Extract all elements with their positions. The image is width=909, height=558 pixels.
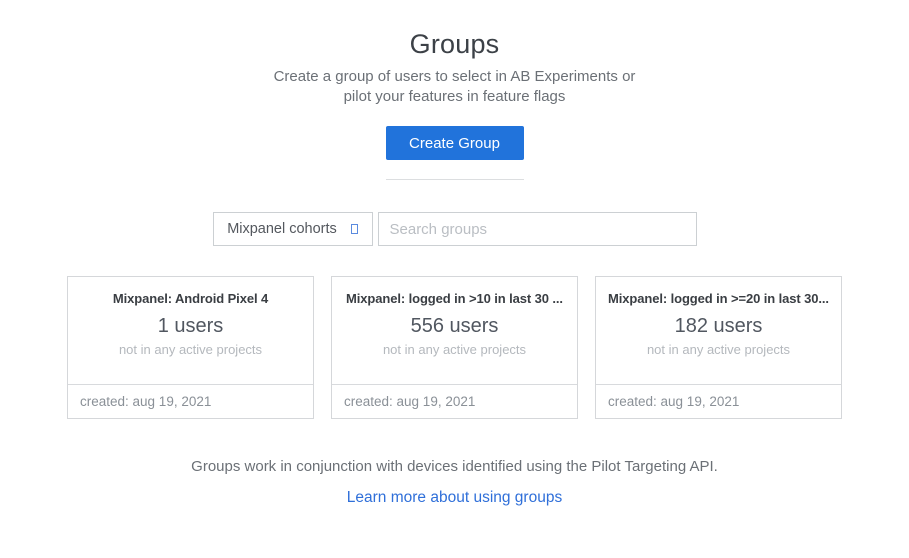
group-card-logged-in-gt10[interactable]: Mixpanel: logged in >10 in last 30 ... 5…: [331, 276, 578, 419]
section-divider: [386, 179, 524, 180]
group-created-date: created: aug 19, 2021: [68, 384, 313, 418]
search-groups-input[interactable]: [378, 212, 697, 246]
footer-link-row: Learn more about using groups: [0, 489, 909, 507]
page-title: Groups: [0, 0, 909, 60]
group-created-date: created: aug 19, 2021: [596, 384, 841, 418]
group-title: Mixpanel: Android Pixel 4: [74, 291, 307, 306]
group-user-count: 1 users: [74, 315, 307, 338]
group-user-count: 556 users: [338, 315, 571, 338]
footer-info-text: Groups work in conjunction with devices …: [0, 458, 909, 475]
group-status: not in any active projects: [602, 342, 835, 357]
cohort-source-value: Mixpanel cohorts: [227, 221, 337, 237]
group-card-body: Mixpanel: logged in >10 in last 30 ... 5…: [332, 277, 577, 384]
group-status: not in any active projects: [74, 342, 307, 357]
filter-controls: Mixpanel cohorts: [0, 212, 909, 246]
group-card-body: Mixpanel: Android Pixel 4 1 users not in…: [68, 277, 313, 384]
page-subtitle-line1: Create a group of users to select in AB …: [274, 68, 636, 85]
page-subtitle: Create a group of users to select in AB …: [0, 67, 909, 107]
group-title: Mixpanel: logged in >=20 in last 30...: [602, 291, 835, 306]
group-user-count: 182 users: [602, 315, 835, 338]
group-card-android-pixel-4[interactable]: Mixpanel: Android Pixel 4 1 users not in…: [67, 276, 314, 419]
create-group-button[interactable]: Create Group: [386, 126, 524, 160]
group-title: Mixpanel: logged in >10 in last 30 ...: [338, 291, 571, 306]
learn-more-link[interactable]: Learn more about using groups: [347, 489, 562, 506]
group-card-body: Mixpanel: logged in >=20 in last 30... 1…: [596, 277, 841, 384]
page-subtitle-line2: pilot your features in feature flags: [344, 88, 566, 105]
create-button-row: Create Group: [0, 126, 909, 160]
group-created-date: created: aug 19, 2021: [332, 384, 577, 418]
group-card-logged-in-gte20[interactable]: Mixpanel: logged in >=20 in last 30... 1…: [595, 276, 842, 419]
dropdown-caret-icon: [351, 224, 358, 234]
group-status: not in any active projects: [338, 342, 571, 357]
groups-page: Groups Create a group of users to select…: [0, 0, 909, 558]
cohort-source-dropdown[interactable]: Mixpanel cohorts: [213, 212, 373, 246]
group-cards-row: Mixpanel: Android Pixel 4 1 users not in…: [0, 276, 909, 419]
